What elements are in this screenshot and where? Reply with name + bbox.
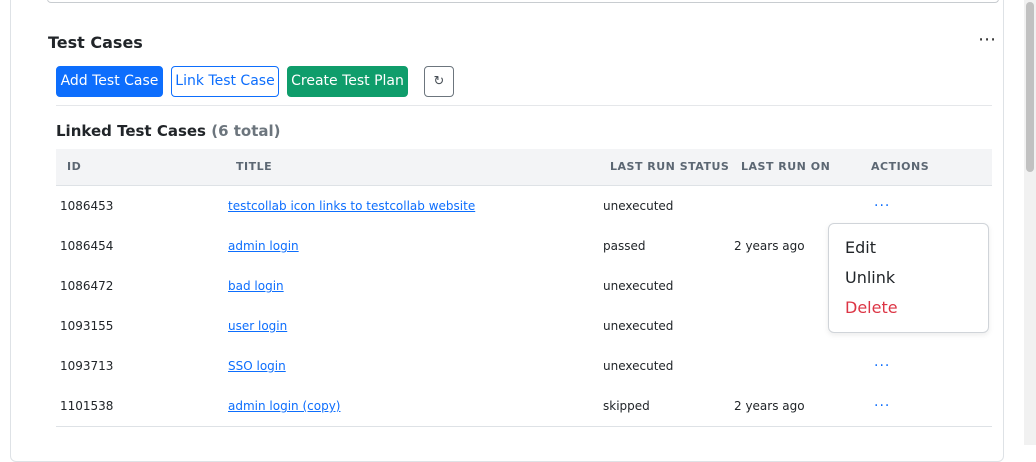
column-header-last-run-status[interactable]: LAST RUN STATUS (610, 149, 729, 185)
link-test-case-button[interactable]: Link Test Case (171, 66, 279, 97)
row-actions-dropdown: Edit Unlink Delete (828, 223, 989, 333)
column-header-title[interactable]: TITLE (236, 149, 272, 185)
cell-id: 1093713 (60, 359, 114, 373)
test-case-link[interactable]: SSO login (228, 359, 286, 373)
add-test-case-button[interactable]: Add Test Case (56, 66, 163, 97)
delete-menu-item[interactable]: Delete (845, 298, 898, 317)
row-actions-button[interactable]: ··· (874, 386, 890, 426)
cell-id: 1086454 (60, 239, 114, 253)
test-case-link[interactable]: bad login (228, 279, 284, 293)
linked-test-cases-heading: Linked Test Cases (6 total) (56, 122, 281, 140)
create-test-plan-button[interactable]: Create Test Plan (287, 66, 408, 97)
vertical-scrollbar[interactable] (1024, 0, 1036, 445)
row-actions-button[interactable]: ··· (874, 186, 890, 226)
column-header-actions: ACTIONS (871, 160, 930, 173)
refresh-icon: ↻ (433, 74, 445, 89)
section-title: Test Cases (48, 33, 143, 52)
linked-title-text: Linked Test Cases (56, 122, 206, 140)
cell-id: 1093155 (60, 319, 114, 333)
row-actions-button[interactable]: ··· (874, 346, 890, 386)
cell-id: 1101538 (60, 399, 114, 413)
table-row: 1101538 admin login (copy) skipped 2 yea… (56, 386, 992, 427)
cell-id: 1086453 (60, 199, 114, 213)
table-header: ID TITLE LAST RUN STATUS LAST RUN ON ACT… (56, 149, 992, 186)
scrollbar-thumb[interactable] (1026, 2, 1034, 172)
column-header-id[interactable]: ID (67, 149, 81, 185)
cell-status: unexecuted (603, 199, 674, 213)
cell-status: unexecuted (603, 319, 674, 333)
cell-run-on: 2 years ago (734, 239, 805, 253)
table-row: 1086453 testcollab icon links to testcol… (56, 186, 992, 227)
more-options-icon[interactable]: ⋯ (978, 30, 997, 50)
unlink-menu-item[interactable]: Unlink (845, 268, 895, 287)
cell-status: skipped (603, 399, 650, 413)
edit-menu-item[interactable]: Edit (845, 238, 876, 257)
test-case-link[interactable]: admin login (228, 239, 299, 253)
cell-status: unexecuted (603, 359, 674, 373)
cell-status: unexecuted (603, 279, 674, 293)
test-case-link[interactable]: admin login (copy) (228, 399, 340, 413)
linked-count: (6 total) (211, 122, 281, 140)
cell-status: passed (603, 239, 646, 253)
refresh-button[interactable]: ↻ (424, 66, 454, 97)
cell-run-on: 2 years ago (734, 399, 805, 413)
column-header-last-run-on[interactable]: LAST RUN ON (741, 149, 830, 185)
cell-id: 1086472 (60, 279, 114, 293)
test-case-link[interactable]: user login (228, 319, 287, 333)
test-case-link[interactable]: testcollab icon links to testcollab webs… (228, 199, 475, 213)
divider (56, 105, 992, 106)
table-row: 1093713 SSO login unexecuted ··· (56, 346, 992, 387)
top-field[interactable] (47, 0, 999, 3)
